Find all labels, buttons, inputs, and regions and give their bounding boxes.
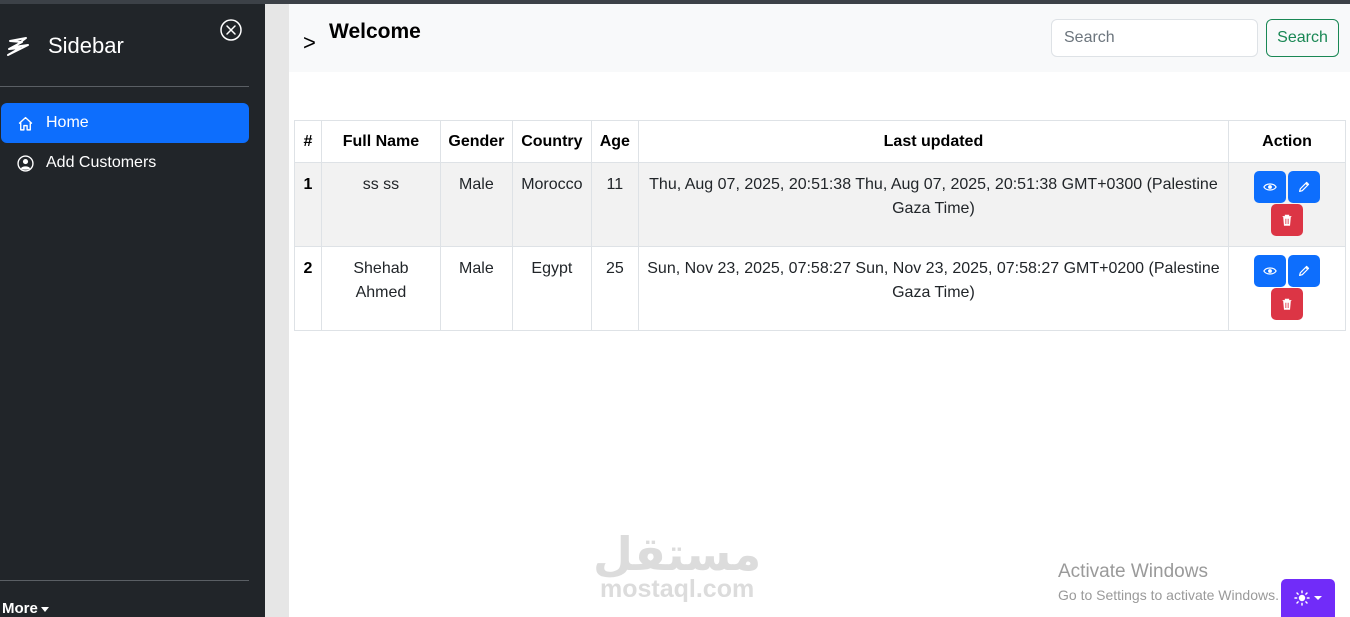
row-last-updated: Thu, Aug 07, 2025, 20:51:38 Thu, Aug 07,…: [637, 162, 1230, 247]
more-dropdown[interactable]: More: [2, 600, 49, 617]
sidebar-divider-top: [0, 86, 249, 87]
row-country: Morocco: [511, 162, 592, 247]
view-button[interactable]: [1254, 171, 1287, 203]
sidebar-item-label: Add Customers: [46, 154, 157, 171]
home-icon: [18, 116, 33, 131]
watermark-site: mostaql.com: [600, 575, 755, 603]
row-index: 1: [294, 162, 322, 247]
eye-icon: [1263, 267, 1277, 275]
table-row: 2 Shehab Ahmed Male Egypt 25 Sun, Nov 23…: [294, 246, 1346, 331]
delete-button[interactable]: [1271, 204, 1304, 236]
column-header-age: Age: [590, 120, 639, 163]
lightning-bolt-icon: [7, 37, 29, 56]
top-navbar: > Welcome Search: [289, 4, 1350, 72]
sidebar-brand[interactable]: Sidebar: [6, 32, 124, 60]
close-circle-icon[interactable]: [219, 18, 243, 42]
row-actions: [1228, 246, 1346, 331]
mostaql-watermark: مستقل mostaql.com: [593, 530, 761, 602]
theme-toggle-button[interactable]: [1281, 579, 1335, 617]
more-label: More: [2, 600, 38, 617]
sidebar-divider-bottom: [0, 580, 249, 581]
sidebar-item-label: Home: [46, 114, 89, 131]
caret-down-icon: [40, 606, 49, 612]
sidebar-title: Sidebar: [48, 33, 124, 58]
search-button[interactable]: Search: [1266, 19, 1339, 57]
search-input[interactable]: [1051, 19, 1258, 57]
eye-icon: [1263, 183, 1277, 191]
trash-icon: [1282, 214, 1292, 226]
watermark-arabic: مستقل: [593, 528, 762, 580]
row-index: 2: [294, 246, 322, 331]
caret-down-icon: [1314, 596, 1322, 600]
trash-icon: [1282, 298, 1292, 310]
sidebar-gutter: [265, 4, 289, 617]
edit-button[interactable]: [1288, 255, 1321, 287]
customers-table: # Full Name Gender Country Age Last upda…: [294, 120, 1346, 331]
row-country: Egypt: [511, 246, 592, 331]
edit-button[interactable]: [1288, 171, 1321, 203]
view-button[interactable]: [1254, 255, 1287, 287]
activate-windows-subtitle: Go to Settings to activate Windows.: [1058, 587, 1279, 603]
row-last-updated: Sun, Nov 23, 2025, 07:58:27 Sun, Nov 23,…: [637, 246, 1230, 331]
pencil-icon: [1299, 181, 1310, 192]
user-circle-icon: [17, 154, 34, 172]
row-age: 25: [590, 246, 639, 331]
sidebar: Sidebar Home Add Customers More: [0, 4, 265, 617]
column-header-gender: Gender: [439, 120, 513, 163]
column-header-country: Country: [511, 120, 592, 163]
column-header-full-name: Full Name: [320, 120, 441, 163]
column-header-index: #: [294, 120, 322, 163]
sidebar-item-add-customers[interactable]: Add Customers: [1, 143, 249, 183]
row-full-name: ss ss: [320, 162, 441, 247]
sun-icon: [1294, 590, 1310, 606]
page-title: Welcome: [329, 20, 421, 43]
table-row: 1 ss ss Male Morocco 11 Thu, Aug 07, 202…: [294, 162, 1346, 247]
row-full-name: Shehab Ahmed: [320, 246, 441, 331]
delete-button[interactable]: [1271, 288, 1304, 320]
row-age: 11: [590, 162, 639, 247]
activate-windows-title: Activate Windows: [1058, 561, 1208, 582]
table-header-row: # Full Name Gender Country Age Last upda…: [294, 120, 1346, 163]
activate-windows-notice: Activate Windows Go to Settings to activ…: [1058, 561, 1279, 603]
row-gender: Male: [439, 246, 513, 331]
column-header-action: Action: [1228, 120, 1346, 163]
sidebar-toggle-chevron[interactable]: >: [303, 30, 316, 56]
row-actions: [1228, 162, 1346, 247]
row-gender: Male: [439, 162, 513, 247]
column-header-last-updated: Last updated: [637, 120, 1230, 163]
sidebar-item-home[interactable]: Home: [1, 103, 249, 143]
pencil-icon: [1299, 265, 1310, 276]
